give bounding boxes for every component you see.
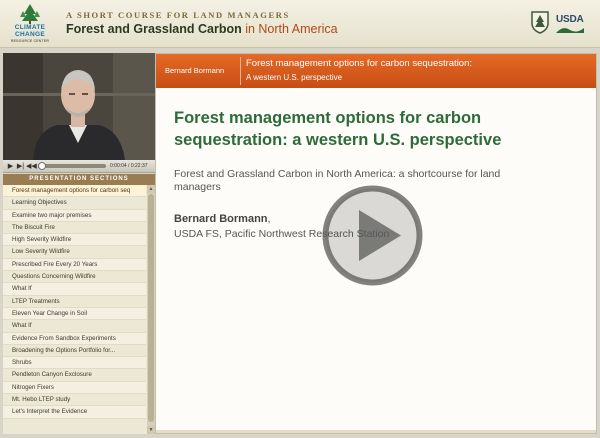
slide-author: Bernard Bormann, bbox=[174, 213, 271, 225]
slide-author-name: Bernard Bormann bbox=[174, 213, 268, 225]
section-item[interactable]: Shrubs bbox=[3, 357, 146, 370]
usfs-shield-icon bbox=[530, 10, 550, 34]
scroll-down-icon[interactable]: ▼ bbox=[147, 426, 155, 434]
sections-panel: Forest management options for carbon seq… bbox=[3, 185, 155, 434]
section-item[interactable]: Broadening the Options Portfolio for... bbox=[3, 345, 146, 358]
next-icon[interactable]: ▶| bbox=[16, 162, 25, 171]
progress-bar[interactable] bbox=[38, 162, 106, 170]
big-play-icon[interactable] bbox=[321, 184, 424, 287]
course-title: Forest and Grassland Carbon in North Ame… bbox=[66, 22, 338, 36]
climate-change-logo: CLIMATE CHANGE RESOURCE CENTER bbox=[4, 3, 56, 45]
section-item[interactable]: High Severity Wildfire bbox=[3, 234, 146, 247]
sections-list: Forest management options for carbon seq… bbox=[3, 185, 146, 419]
section-item[interactable]: Pendleton Canyon Exclosure bbox=[3, 369, 146, 382]
usda-hills-icon bbox=[556, 28, 584, 33]
slide-panel: Bernard Bormann Forest management option… bbox=[155, 53, 597, 434]
video-controls: ▶ ▶| ◀◀ 0:00:04 / 0:22:37 bbox=[3, 160, 155, 173]
section-item[interactable]: Nitrogen Fixers bbox=[3, 381, 146, 395]
slide-title: Forest management options for carbon seq… bbox=[174, 109, 502, 149]
section-item[interactable]: What If bbox=[3, 283, 146, 296]
app-header: CLIMATE CHANGE RESOURCE CENTER A SHORT C… bbox=[0, 0, 600, 48]
section-item[interactable]: The Biscuit Fire bbox=[3, 222, 146, 235]
slide-footer bbox=[156, 430, 596, 433]
sections-scrollbar[interactable]: ▲ ▼ bbox=[147, 185, 155, 434]
usda-label: USDA bbox=[556, 14, 584, 25]
progress-knob[interactable] bbox=[38, 162, 46, 170]
slide-header-bar: Bernard Bormann Forest management option… bbox=[156, 54, 596, 88]
logo-line-2: CHANGE bbox=[15, 31, 45, 38]
section-item[interactable]: LTEP Treatments bbox=[3, 296, 146, 308]
logo-line-1: CLIMATE bbox=[14, 24, 46, 31]
section-item[interactable]: What If bbox=[3, 320, 146, 333]
section-item[interactable]: Questions Concerning Wildfire bbox=[3, 271, 146, 284]
header-divider bbox=[240, 57, 241, 85]
logo-line-3: RESOURCE CENTER bbox=[10, 39, 50, 43]
section-item[interactable]: Low Severity Wildfire bbox=[3, 246, 146, 259]
sections-header: PRESENTATION SECTIONS bbox=[3, 174, 155, 185]
section-item[interactable]: Evidence From Sandbox Experiments bbox=[3, 332, 146, 345]
course-subtitle: A SHORT COURSE FOR LAND MANAGERS bbox=[66, 10, 290, 20]
slide-author-suffix: , bbox=[267, 213, 271, 225]
section-item[interactable]: Mt. Hebo LTEP study bbox=[3, 394, 146, 407]
section-item[interactable]: Learning Objectives bbox=[3, 197, 146, 210]
course-title-accent: in North America bbox=[241, 22, 338, 36]
rewind-icon[interactable]: ◀◀ bbox=[26, 162, 37, 171]
time-readout: 0:00:04 / 0:22:37 bbox=[110, 163, 148, 169]
section-item[interactable]: Let's Interpret the Evidence bbox=[3, 406, 146, 419]
speaker-name: Bernard Bormann bbox=[165, 66, 225, 75]
section-item[interactable]: Forest management options for carbon seq bbox=[3, 185, 146, 198]
slide-header-title: Forest management options for carbon seq… bbox=[246, 58, 473, 69]
section-item[interactable]: Prescribed Fire Every 20 Years bbox=[3, 258, 146, 272]
slide-header-subtitle: A western U.S. perspective bbox=[246, 73, 343, 82]
usda-logo: USDA bbox=[556, 14, 584, 36]
play-icon[interactable]: ▶ bbox=[6, 162, 15, 171]
video-player[interactable] bbox=[3, 53, 155, 160]
section-item[interactable]: Eleven Year Change in Soil bbox=[3, 307, 146, 321]
scroll-up-icon[interactable]: ▲ bbox=[147, 185, 155, 193]
course-title-main: Forest and Grassland Carbon bbox=[66, 22, 242, 36]
section-item[interactable]: Examine two major premises bbox=[3, 209, 146, 222]
scroll-thumb[interactable] bbox=[148, 194, 154, 422]
